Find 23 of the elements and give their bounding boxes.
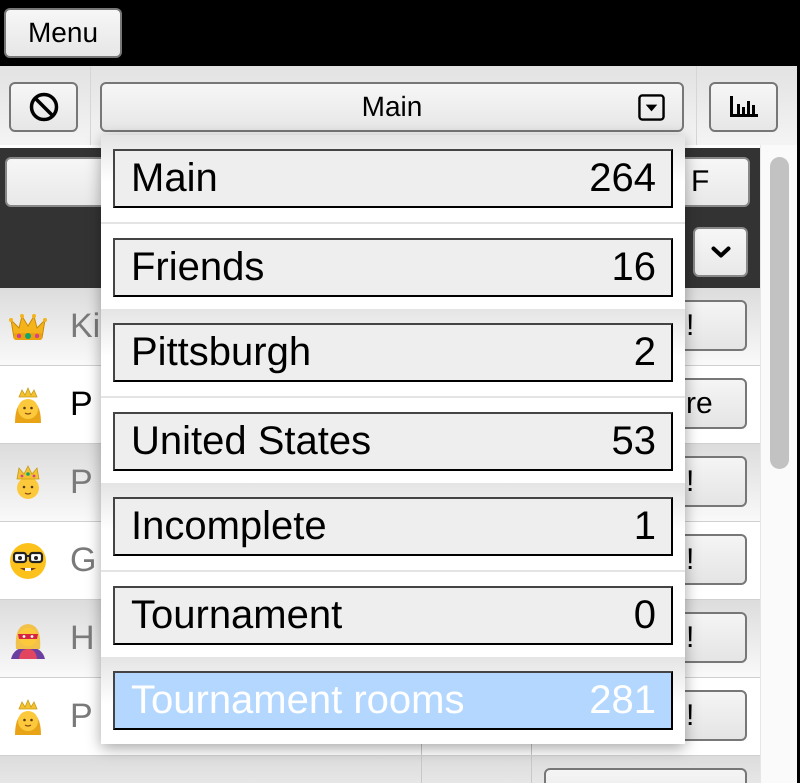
dropdown-caret-icon [638, 94, 665, 121]
dropdown-option[interactable]: Tournament 0 [113, 586, 673, 645]
dropdown-option[interactable]: Incomplete 1 [113, 497, 673, 556]
player-name: G [70, 541, 96, 580]
chevron-down-icon [710, 246, 730, 258]
dropdown-option[interactable]: United States 53 [113, 412, 673, 471]
player-name: P [70, 697, 93, 736]
player-name: P [70, 385, 93, 424]
player-name: Ki [70, 307, 100, 346]
dropdown-option[interactable]: Friends 16 [113, 238, 673, 297]
scrollbar-thumb[interactable] [770, 157, 789, 469]
player-name: H [70, 619, 95, 658]
chart-button[interactable] [709, 82, 778, 132]
dropdown-option[interactable]: Pittsburgh 2 [113, 323, 673, 382]
list-select[interactable]: Main [100, 82, 684, 132]
nerd-face-icon [8, 540, 48, 580]
block-icon [28, 92, 58, 122]
bar-chart-icon [728, 95, 758, 119]
dropdown-option[interactable]: Main 264 [113, 149, 673, 208]
expand-button[interactable] [693, 227, 748, 277]
menu-button[interactable]: Menu [4, 8, 122, 58]
block-button[interactable] [9, 82, 78, 132]
player-name: P [70, 463, 93, 502]
